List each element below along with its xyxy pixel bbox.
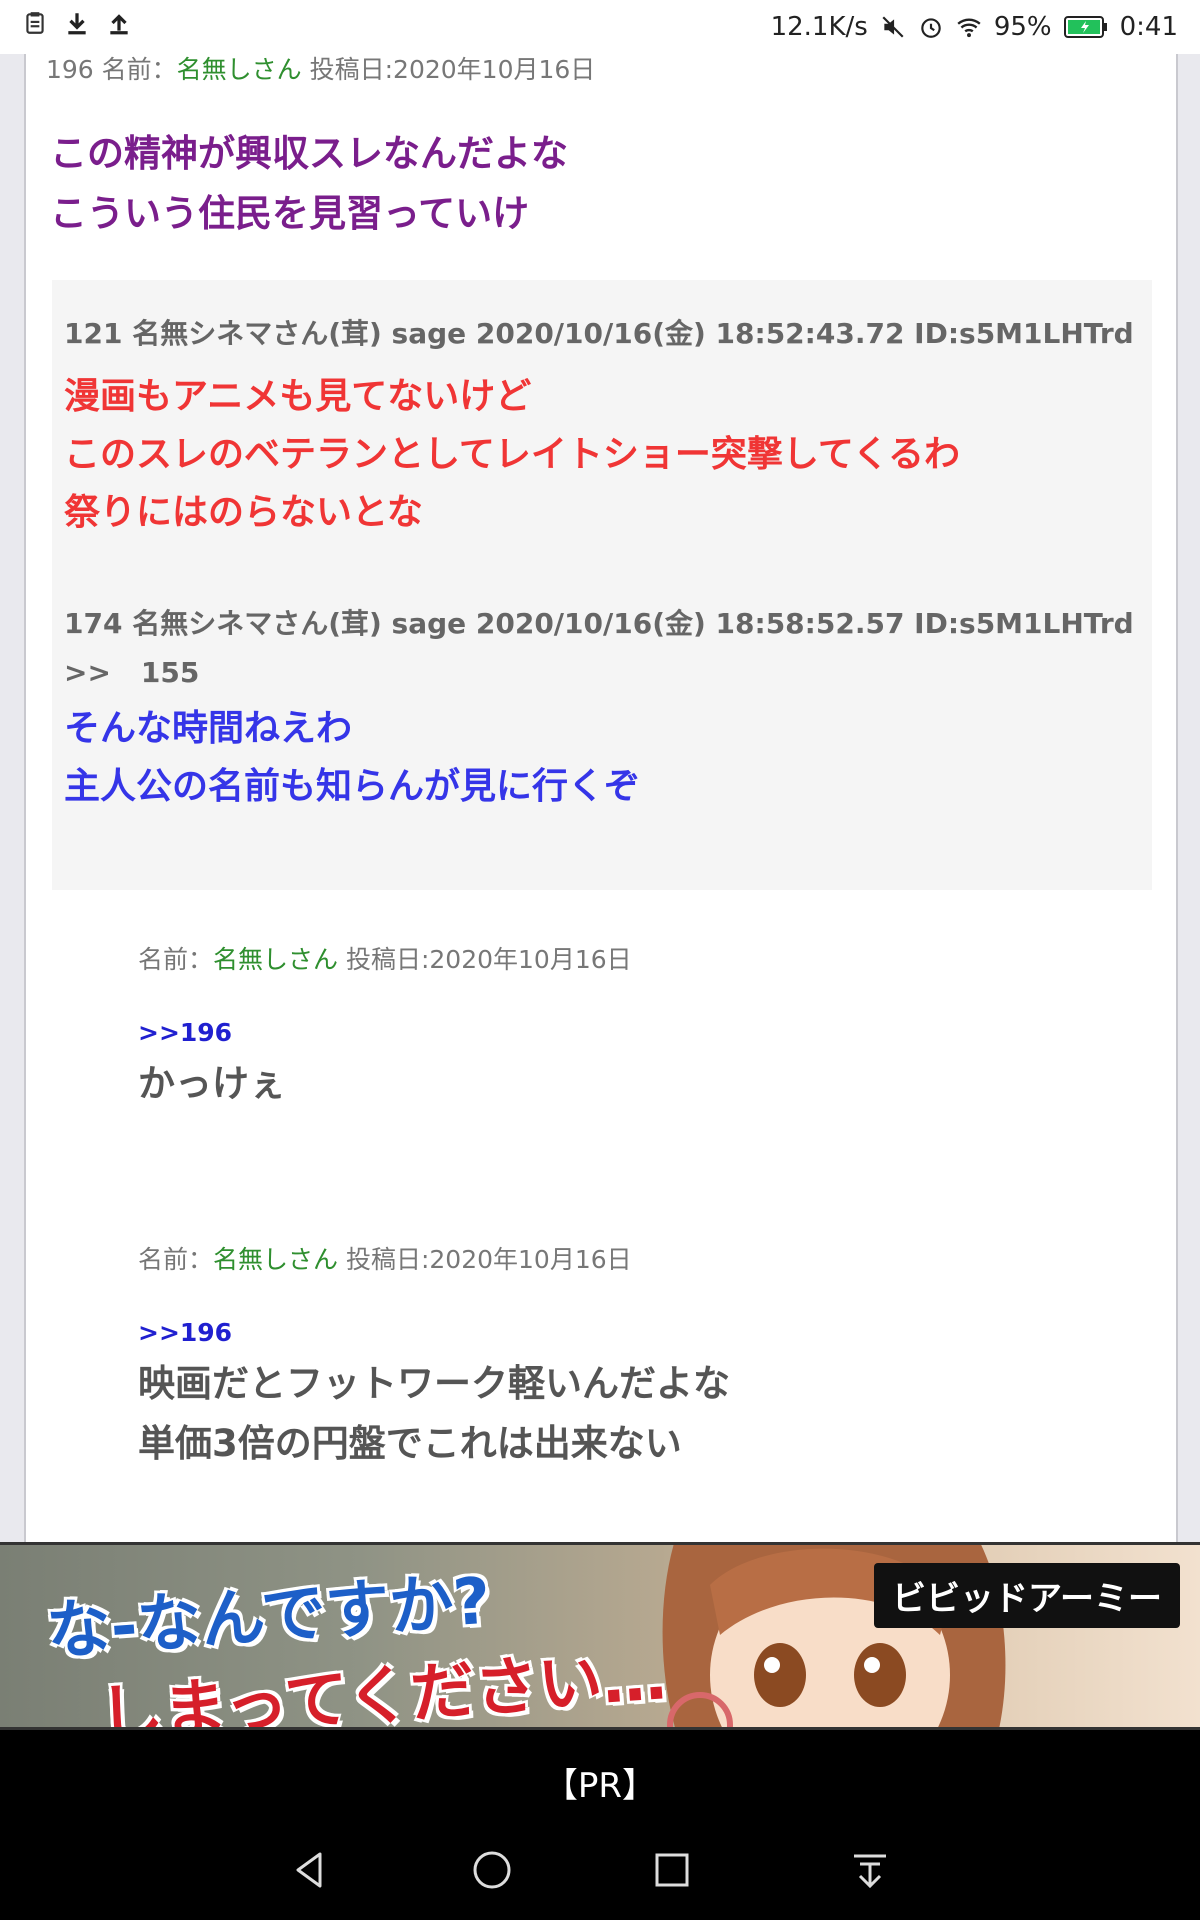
post-line: この精神が興収スレなんだよな	[50, 132, 568, 175]
reply-line: 単価3倍の円盤でこれは出来ない	[138, 1422, 682, 1465]
home-icon[interactable]	[468, 1846, 516, 1894]
post-meta: 196 名前：名無しさん 投稿日:2020年10月16日	[46, 50, 595, 86]
net-speed: 12.1K/s	[770, 12, 868, 42]
android-nav-bar	[0, 1816, 1200, 1920]
poster-name[interactable]: 名無しさん	[213, 1245, 338, 1274]
quote-header: 121 名無シネマさん(茸) sage 2020/10/16(金) 18:52:…	[64, 317, 1134, 350]
quote-line: 祭りにはのらないとな	[64, 492, 423, 533]
recents-icon[interactable]	[648, 1846, 696, 1894]
reply-meta: 名前：名無しさん 投稿日:2020年10月16日	[138, 1240, 632, 1276]
pr-label[interactable]: 【PR】	[0, 1758, 1200, 1807]
post-number-label: 196 名前：	[46, 55, 177, 84]
post-date: 投稿日:2020年10月16日	[338, 1245, 632, 1274]
wifi-icon	[957, 18, 981, 38]
reply-anchor-link[interactable]: >>196	[138, 1318, 232, 1347]
notifications-pull-icon[interactable]	[846, 1846, 894, 1894]
anchor-number: 155	[140, 656, 200, 689]
name-label: 名前：	[138, 945, 214, 974]
back-icon[interactable]	[286, 1846, 334, 1894]
reply-anchor-link[interactable]: >>196	[138, 1018, 232, 1047]
quote-line: このスレのベテランとしてレイトショー突撃してくるわ	[64, 434, 961, 475]
quoted-posts-box: 121 名無シネマさん(茸) sage 2020/10/16(金) 18:52:…	[52, 280, 1152, 890]
post-line: こういう住民を見習っていけ	[50, 192, 530, 235]
alarm-icon	[921, 18, 941, 38]
quote-line: 主人公の名前も知らんが見に行くぞ	[64, 766, 641, 807]
ad-brand-logo: ビビッドアーミー	[874, 1563, 1180, 1628]
post-date: 投稿日:2020年10月16日	[338, 945, 632, 974]
reply-body: 映画だとフットワーク軽いんだよな 単価3倍の円盤でこれは出来ない	[138, 1354, 730, 1474]
anchor-prefix: >>	[64, 656, 111, 689]
poster-name[interactable]: 名無しさん	[177, 55, 302, 84]
reply-meta: 名前：名無しさん 投稿日:2020年10月16日	[138, 940, 632, 976]
upload-icon	[110, 14, 128, 35]
battery-icon	[1063, 16, 1107, 38]
quote-line: そんな時間ねえわ	[64, 708, 353, 749]
download-icon	[68, 13, 86, 35]
quote-line: 漫画もアニメも見てないけど	[64, 376, 532, 417]
reply-body: かっけぇ	[138, 1054, 286, 1114]
quote-anchor[interactable]: >> 155	[64, 656, 199, 689]
poster-name[interactable]: 名無しさん	[213, 945, 338, 974]
battery-percent: 95%	[993, 12, 1052, 42]
name-label: 名前：	[138, 1245, 214, 1274]
reply-line: かっけぇ	[138, 1062, 286, 1105]
reply-line: 映画だとフットワーク軽いんだよな	[138, 1362, 730, 1405]
clock: 0:41	[1119, 12, 1178, 42]
status-bar: 12.1K/s 95% 0:41	[0, 0, 1200, 54]
quote-body: そんな時間ねえわ 主人公の名前も知らんが見に行くぞ	[64, 700, 640, 816]
clipboard-icon	[26, 12, 44, 34]
quote-header: 174 名無シネマさん(茸) sage 2020/10/16(金) 18:58:…	[64, 607, 1134, 640]
thread-page: 196 名前：名無しさん 投稿日:2020年10月16日 この精神が興収スレなん…	[24, 54, 1178, 1542]
ad-banner[interactable]: な-なんですか? しまってください… ビビッドアーミー	[0, 1542, 1200, 1730]
post-body: この精神が興収スレなんだよな こういう住民を見習っていけ	[50, 124, 568, 244]
quote-body: 漫画もアニメも見てないけど このスレのベテランとしてレイトショー突撃してくるわ …	[64, 368, 960, 542]
mute-icon	[882, 16, 904, 38]
post-date: 投稿日:2020年10月16日	[301, 55, 596, 84]
